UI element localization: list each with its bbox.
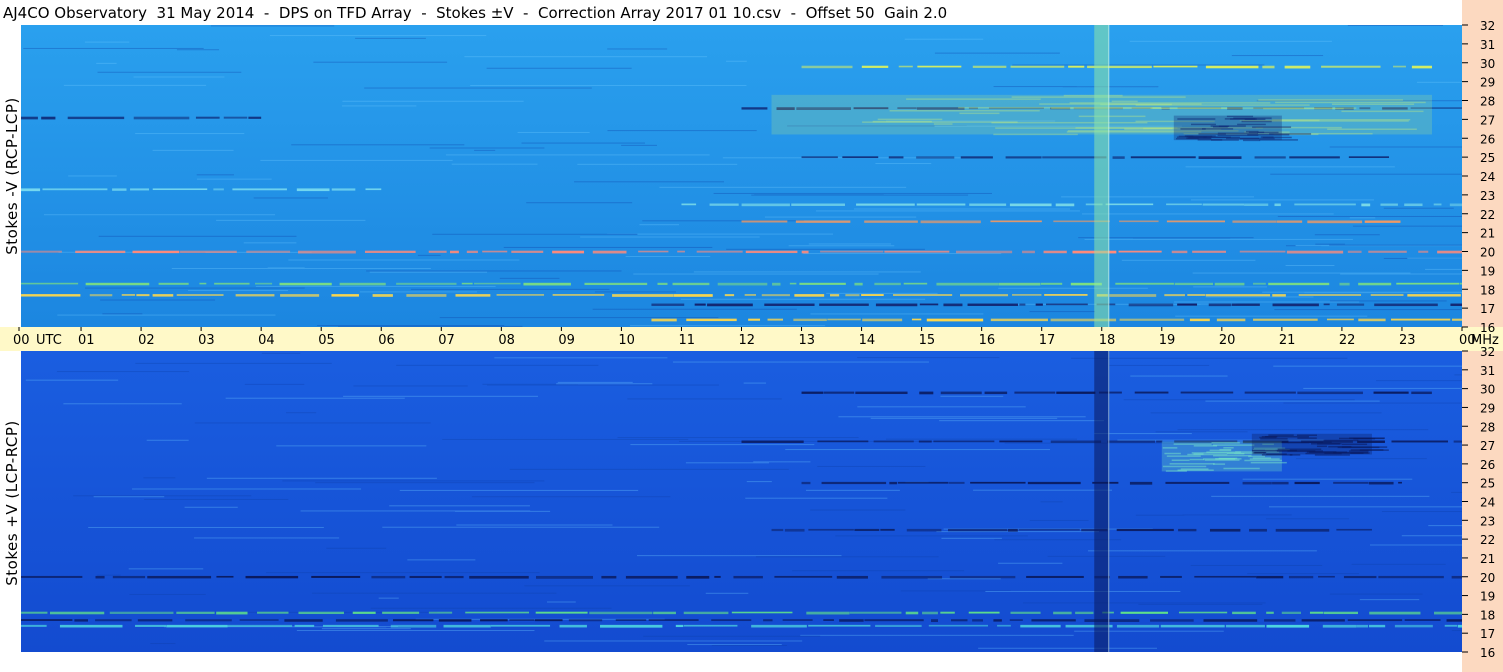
- y-axis-label-bottom: Stokes +V (LCP-RCP): [3, 420, 21, 586]
- figure-title: AJ4CO Observatory 31 May 2014 - DPS on T…: [3, 4, 948, 22]
- burst-patch: [1251, 433, 1389, 456]
- stokes-minus-v-spectrogram: [21, 25, 1462, 327]
- spectrogram-figure: AJ4CO Observatory 31 May 2014 - DPS on T…: [0, 0, 1503, 672]
- spectrogram-plot-top: [21, 25, 1462, 327]
- vertical-interference-band: [1094, 351, 1110, 652]
- vertical-interference-band: [1094, 25, 1110, 327]
- time-axis-strip: [0, 327, 1503, 351]
- spectrogram-background: [21, 351, 1462, 652]
- stokes-plus-v-spectrogram: [21, 351, 1462, 652]
- spectrogram-background: [21, 25, 1462, 327]
- y-axis-label-top: Stokes -V (RCP-LCP): [3, 97, 21, 255]
- spectrogram-plot-bottom: [21, 351, 1462, 652]
